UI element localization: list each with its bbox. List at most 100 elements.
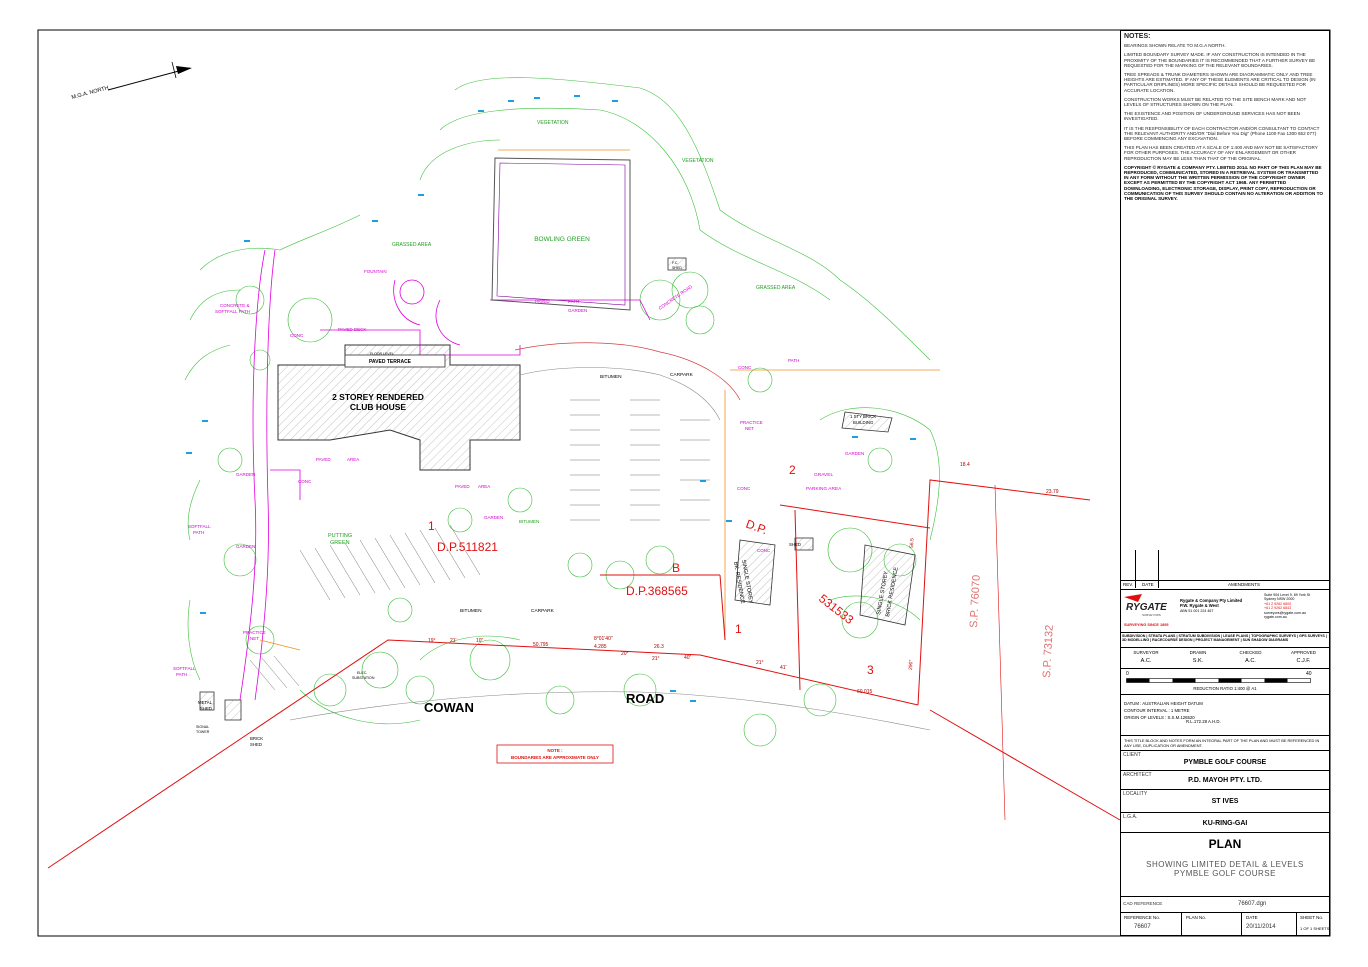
scale-bar-icon [1126,678,1311,683]
paved-area-label-1: PAVED [316,457,331,462]
company-block: RYGATE SURVEYORS SURVEYING SINCE 1895 Ry… [1120,588,1330,633]
dim-2379: 23.79 [1046,489,1059,495]
scale-block: 0 40 REDUCTION RATIO 1:400 @ A1 [1120,668,1330,695]
reduction-ratio: REDUCTION RATIO 1:400 @ A1 [1193,686,1257,691]
fountain-label: FOUNTAIN [364,269,387,274]
grassed-area-label-2: GRASSED AREA [756,285,796,291]
bitumen-label-green: BITUMEN [519,519,539,524]
putting-green-label-2: GREEN [330,540,350,546]
company-name-2: P.W. Rygate & West [1180,603,1219,608]
lot-1b-label: 1 [735,622,742,636]
dim-50795: 50.795 [533,642,549,648]
date-header: DATE [1142,582,1154,587]
date-col-divider [1158,550,1159,588]
logo-sub: SURVEYORS [1142,613,1161,617]
brick-shed-label-2: SHED [250,742,262,747]
metal-shed-label-1: METAL [198,700,213,705]
dp-531533-label: 531533 [816,591,856,627]
dp-368565-label: D.P.368565 [626,584,688,598]
amendments-header-label: AMENDMENTS [1228,582,1261,587]
path-label: PATH [788,358,799,363]
locality-value: ST IVES [1211,798,1239,805]
carpark-label-2: CARPARK [531,608,555,614]
vegetation-label-1: VEGETATION [537,120,569,126]
approved-value: C.J.F. [1296,658,1311,664]
dim-263: 26.3 [654,644,664,650]
conc-label-4: CONC [757,548,771,553]
plan-title: PLAN [1208,837,1242,851]
road-label: ROAD [626,691,664,706]
architect-value: P.D. MAYOH PTY. LTD. [1188,777,1262,784]
softfall-path-label-3: SOFTFALL [173,666,196,671]
brick-building-label-1: 1 STY BRICK [850,414,876,419]
surveyor-header: SURVEYOR [1133,650,1159,655]
plan-title-block: PLAN SHOWING LIMITED DETAIL & LEVELS PYM… [1120,832,1330,896]
note-item: IT IS THE RESPONSIBILITY OF EACH CONTRAC… [1124,125,1320,142]
services-list: SUBDIVISION | STRATA PLANS | STRATUM SUB… [1122,634,1327,643]
reference-row: REFERENCE No. 76607 PLAN No. DATE 20/11/… [1120,912,1330,936]
checked-header: CHECKED [1239,650,1262,655]
north-arrow-icon: M.G.A. NORTH [71,61,192,101]
date-value: 20/11/2014 [1246,924,1276,930]
cad-row: CAD REFERENCE 76607.dgn [1120,896,1330,912]
lot-1-label: 1 [428,519,435,533]
paved-path-label-2: PATH [568,299,579,304]
dim-40: 40" [684,655,692,661]
rygate-logo-icon: RYGATE [1124,594,1167,613]
architect-row: ARCHITECT P.D. MAYOH PTY. LTD. [1120,770,1330,789]
practice-net-label-3: PRACTICE [243,630,266,635]
grassed-area-label-1: GRASSED AREA [392,242,432,248]
sheet-cell: SHEET No. 1 OF 1 SHEETS [1297,913,1330,936]
scale-0: 0 [1126,671,1129,677]
club-house-label-2: CLUB HOUSE [350,402,407,412]
dp-511821-label: D.P.511821 [437,540,498,554]
planno-cell: PLAN No. [1182,913,1242,936]
since-text: SURVEYING SINCE 1895 [1124,623,1169,627]
road-kerb [289,691,931,731]
practice-net-label-1: PRACTICE [740,420,763,425]
elec-substation-label-2: SUBSTATION [352,676,375,680]
paved-area-label-3: PAVED [455,484,470,489]
personnel-row: SURVEYOR DRAWN CHECKED APPROVED A.C. S.K… [1120,647,1330,669]
notes-heading: NOTES: [1124,33,1151,40]
softfall-path-label-2: PATH [193,530,204,535]
paved-area-label-4: AREA [478,484,490,489]
sheet-number: 1 [1300,926,1303,931]
dp-label: D.P. [744,517,769,538]
plan-desc-2: PYMBLE GOLF COURSE [1174,869,1276,878]
concrete-softfall-label-2: SOFTFALL PATH [215,309,250,314]
dim-4285: 4.285 [594,644,607,650]
scale-40: 40 [1306,671,1312,677]
locality-label: LOCALITY [1123,791,1148,797]
note-text: BOUNDARIES ARE APPROXIMATE ONLY [511,755,599,760]
bitumen-label-1: BITUMEN [600,374,622,380]
signal-tower-label-2: TOWER [196,730,210,734]
sheet-value: 1 OF 1 SHEETS [1300,926,1329,931]
dim-19: 19° [428,638,436,644]
gravel-label-1: GRAVEL [814,472,833,478]
vegetation-label-2: VEGETATION [682,158,714,164]
dim-565: 56.5 [909,538,916,548]
surveyor-value: A.C. [1140,658,1152,664]
practice-net-label-4: NET [250,636,259,641]
putting-green-label-1: PUTTING [328,533,352,539]
fc-shed-label-2: SHED [672,266,682,270]
approved-header: APPROVED [1290,650,1316,655]
north-label: M.G.A. NORTH [71,85,109,101]
website[interactable]: rygate.com.au [1264,615,1310,619]
conc-label-2: CONC [290,333,304,338]
dim-60015: 60.015 [857,689,873,695]
ref-value: 76607 [1134,924,1151,930]
date-cell: DATE 20/11/2014 [1242,913,1297,936]
lot-b-label: B [672,561,680,575]
rev-header: REV. [1123,582,1134,587]
datum-block: DATUM : AUSTRALIAN HEIGHT DATUM CONTOUR … [1124,700,1328,725]
note-item: THE EXISTENCE AND POSITION OF UNDERGROUN… [1124,111,1300,122]
bowling-green: BOWLING GREEN [491,157,631,311]
cowan-label: COWAN [424,700,474,715]
practice-net-label-2: NET [745,426,754,431]
fc-shed-label-1: F.C. [672,261,678,265]
sheet-total: 1 [1310,926,1313,931]
garden-label-4: GARDEN [484,515,503,520]
dim-290: 290° [908,659,915,670]
